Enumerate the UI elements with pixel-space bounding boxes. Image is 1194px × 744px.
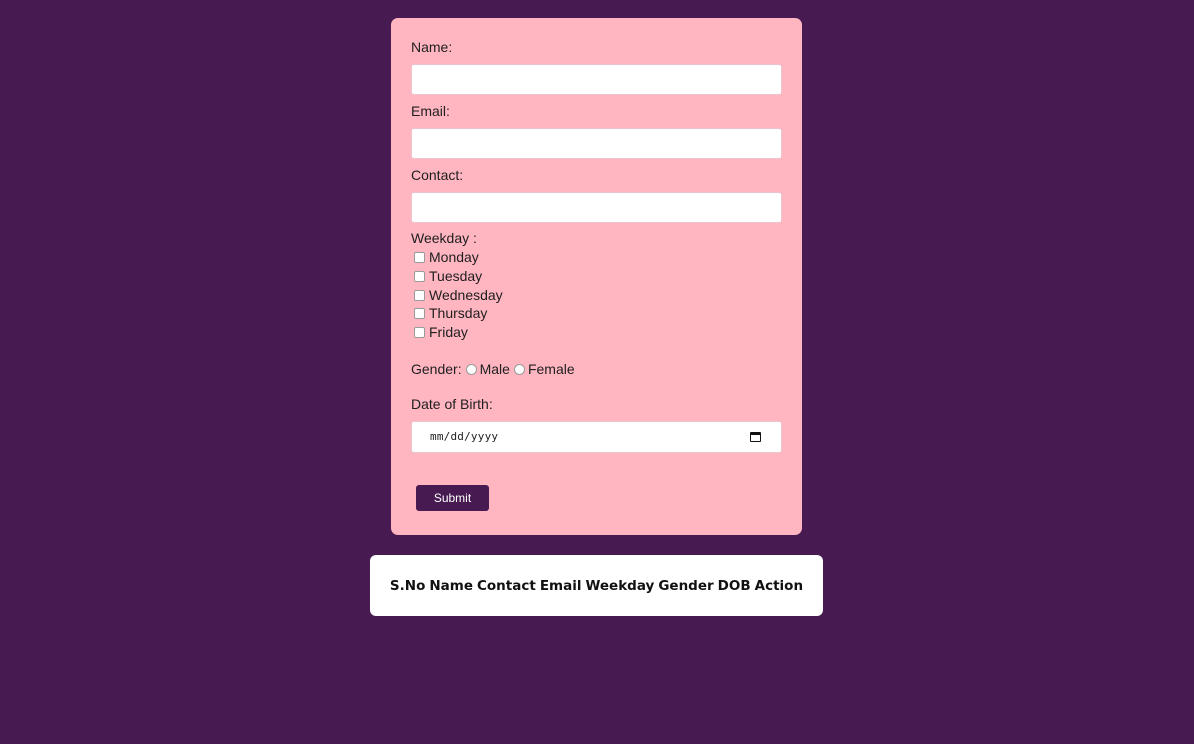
thursday-label: Thursday xyxy=(429,305,488,321)
name-label: Name: xyxy=(411,39,453,55)
monday-label: Monday xyxy=(429,249,479,265)
thursday-checkbox[interactable] xyxy=(414,307,425,319)
submit-button[interactable]: Submit xyxy=(416,485,489,511)
dob-label: Date of Birth: xyxy=(411,396,493,412)
dob-placeholder: mm/dd/yyyy xyxy=(430,430,499,443)
table-header-row: S.No Name Contact Email Weekday Gender D… xyxy=(390,578,803,594)
gender-label: Gender: xyxy=(411,361,462,377)
column-header-contact: Contact xyxy=(477,577,536,594)
tuesday-label: Tuesday xyxy=(429,268,483,284)
calendar-icon[interactable] xyxy=(750,432,761,442)
contact-label: Contact: xyxy=(411,167,464,183)
column-header-dob: DOB xyxy=(717,577,751,594)
weekday-label: Weekday : xyxy=(411,230,477,246)
weekday-option-thursday[interactable]: Thursday xyxy=(414,304,487,322)
monday-checkbox[interactable] xyxy=(414,251,425,263)
email-input[interactable] xyxy=(411,128,782,159)
male-label: Male xyxy=(479,361,510,377)
female-label: Female xyxy=(527,361,575,377)
column-header-weekday: Weekday xyxy=(585,577,655,594)
weekday-option-monday[interactable]: Monday xyxy=(414,248,479,266)
male-radio[interactable] xyxy=(465,363,477,375)
column-header-gender: Gender xyxy=(658,577,714,594)
column-header-sno: S.No xyxy=(389,577,426,594)
friday-checkbox[interactable] xyxy=(414,326,425,338)
wednesday-label: Wednesday xyxy=(429,287,503,303)
name-input[interactable] xyxy=(411,64,782,95)
gender-group: Gender: Male Female xyxy=(411,360,575,378)
wednesday-checkbox[interactable] xyxy=(414,289,425,301)
column-header-email: Email xyxy=(539,577,582,594)
email-label: Email: xyxy=(411,103,450,119)
contact-input[interactable] xyxy=(411,192,782,223)
dob-input[interactable]: mm/dd/yyyy xyxy=(411,421,782,453)
weekday-option-friday[interactable]: Friday xyxy=(414,323,468,341)
column-header-action: Action xyxy=(754,577,804,594)
registration-form: Name: Email: Contact: Weekday : Monday T… xyxy=(391,18,802,535)
female-radio[interactable] xyxy=(513,363,525,375)
friday-label: Friday xyxy=(429,324,468,340)
weekday-option-wednesday[interactable]: Wednesday xyxy=(414,286,503,304)
column-header-name: Name xyxy=(429,577,473,594)
tuesday-checkbox[interactable] xyxy=(414,270,425,282)
records-table: S.No Name Contact Email Weekday Gender D… xyxy=(370,555,823,616)
weekday-option-tuesday[interactable]: Tuesday xyxy=(414,267,482,285)
